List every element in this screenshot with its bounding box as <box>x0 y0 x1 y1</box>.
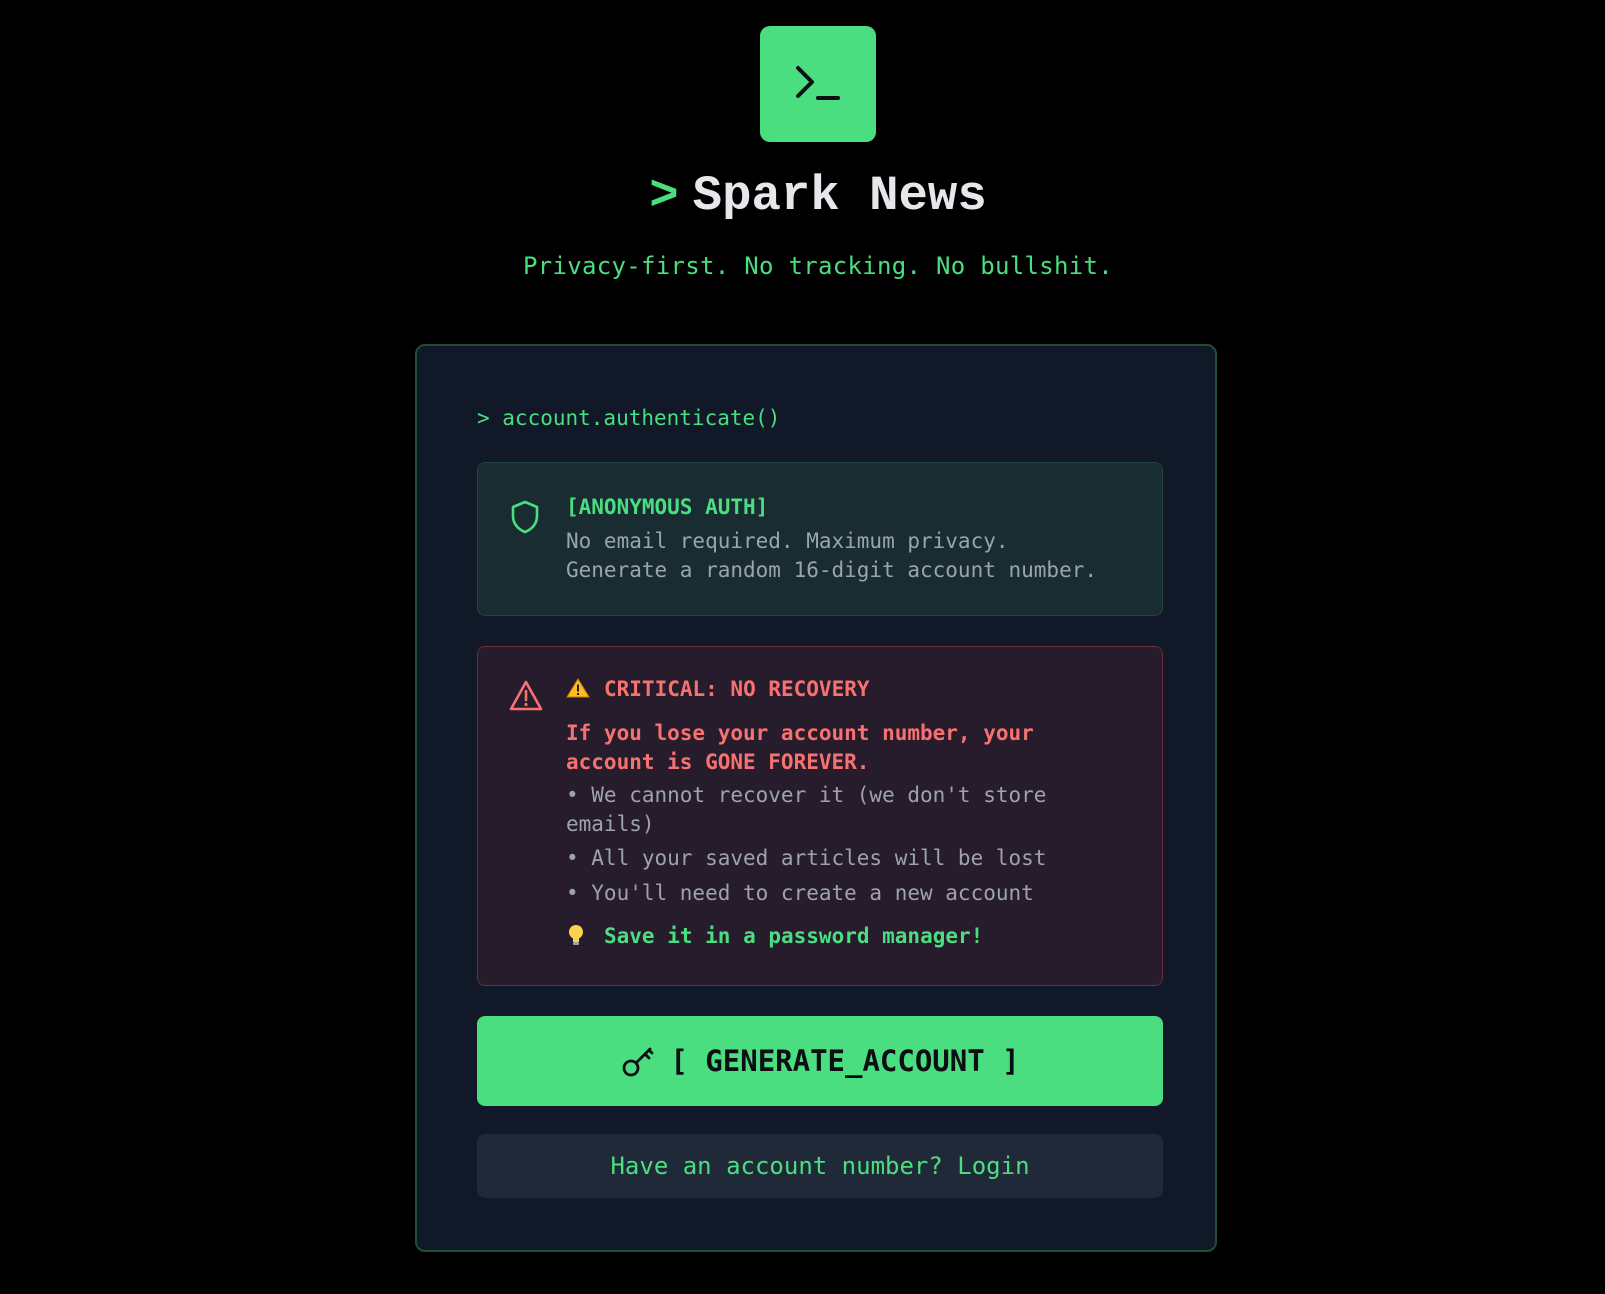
terminal-logo <box>760 26 876 142</box>
warning-title: CRITICAL: NO RECOVERY <box>566 677 870 701</box>
info-title: [ANONYMOUS AUTH] <box>566 495 769 519</box>
warning-title-text: CRITICAL: NO RECOVERY <box>604 677 870 701</box>
login-button[interactable]: Have an account number? Login <box>477 1134 1163 1198</box>
no-recovery-warning: CRITICAL: NO RECOVERY If you lose your a… <box>477 646 1163 986</box>
generate-account-button[interactable]: [ GENERATE_ACCOUNT ] <box>477 1016 1163 1106</box>
auth-card: > account.authenticate() [ANONYMOUS AUTH… <box>415 344 1217 1252</box>
lightbulb-icon <box>569 925 583 945</box>
terminal-icon <box>796 66 840 100</box>
auth-page: > Spark News Privacy-first. No tracking. … <box>0 0 1605 1294</box>
info-line-2: Generate a random 16-digit account numbe… <box>566 558 1098 582</box>
app-name: Spark News <box>692 168 987 224</box>
shield-icon <box>511 500 539 534</box>
key-icon <box>622 1047 654 1077</box>
page-title: > Spark News <box>0 168 1605 224</box>
tip-text: Save it in a password manager! <box>604 924 984 948</box>
warning-item: • All your saved articles will be lost <box>566 846 1047 870</box>
prompt-symbol: > <box>649 168 679 224</box>
warning-emoji-icon <box>566 678 590 698</box>
password-manager-tip: Save it in a password manager! <box>566 923 983 948</box>
alert-triangle-icon <box>509 680 543 711</box>
command-line: > account.authenticate() <box>477 406 781 430</box>
info-line-1: No email required. Maximum privacy. <box>566 529 1009 553</box>
tagline: Privacy-first. No tracking. No bullshit. <box>523 252 1113 280</box>
warning-lead: If you lose your account number, your ac… <box>566 721 1034 774</box>
warning-item: • You'll need to create a new account <box>566 881 1034 905</box>
generate-account-label: [ GENERATE_ACCOUNT ] <box>670 1044 1020 1078</box>
anonymous-auth-notice: [ANONYMOUS AUTH] No email required. Maxi… <box>477 462 1163 616</box>
warning-item: • We cannot recover it (we don't store e… <box>566 783 1047 836</box>
